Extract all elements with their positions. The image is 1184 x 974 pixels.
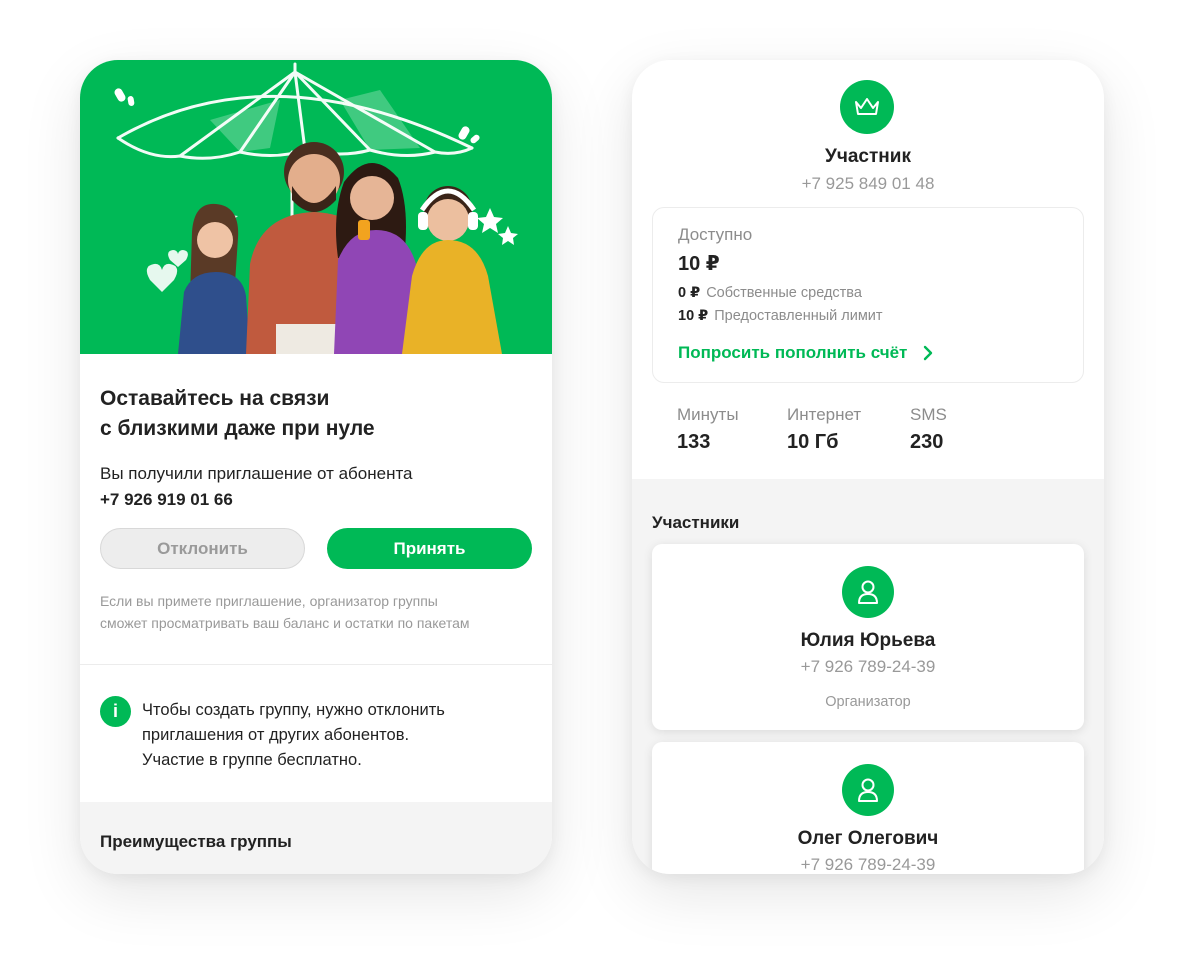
member-phone: +7 925 849 01 48 — [801, 174, 935, 193]
own-funds-label: Собственные средства — [706, 285, 862, 301]
member-card[interactable]: Юлия Юрьева +7 926 789-24-39 Организатор — [652, 544, 1084, 730]
user-icon — [858, 778, 878, 802]
balance-label: Доступно — [678, 225, 753, 244]
group-advantages-section: Преимущества группы — [80, 802, 552, 874]
invitation-screen: Оставайтесь на связи с близкими даже при… — [80, 60, 552, 874]
crown-avatar — [840, 80, 894, 134]
title-line-1: Оставайтесь на связи — [100, 387, 330, 410]
family-umbrella-illustration — [114, 62, 518, 354]
user-icon — [858, 580, 878, 604]
own-funds-row: 0 ₽ Собственные средства — [678, 285, 862, 301]
stat-sms-label: SMS — [910, 405, 947, 424]
member-phone: +7 926 789-24-39 — [800, 657, 936, 676]
invitation-title: Оставайтесь на связи с близкими даже при… — [100, 384, 520, 444]
info-line-3: Участие в группе бесплатно. — [142, 751, 362, 769]
stat-sms-value: 230 — [910, 431, 944, 453]
balance-amount: 10 ₽ — [678, 253, 720, 275]
member-card[interactable]: Олег Олегович +7 926 789-24-39 — [652, 742, 1084, 874]
stat-minutes: Минуты 133 — [677, 405, 739, 454]
stat-minutes-label: Минуты — [677, 405, 739, 424]
invitation-text: Вы получили приглашение от абонента — [100, 464, 413, 483]
info-line-1: Чтобы создать группу, нужно отклонить — [142, 701, 445, 719]
stat-internet-value: 10 Гб — [787, 431, 839, 453]
user-avatar — [842, 764, 894, 816]
stat-internet-label: Интернет — [787, 405, 862, 424]
crown-icon — [855, 98, 879, 115]
chevron-right-icon — [923, 345, 933, 361]
accept-note: Если вы примете приглашение, организатор… — [100, 590, 540, 634]
note-line-2: сможет просматривать ваш баланс и остатк… — [100, 615, 470, 631]
stat-sms: SMS 230 — [910, 405, 947, 454]
info-line-2: приглашения от других абонентов. — [142, 726, 410, 744]
credit-limit-value: 10 ₽ — [678, 308, 709, 324]
user-avatar — [842, 566, 894, 618]
members-section: Участники Юлия Юрьева +7 926 789-24-39 О… — [632, 479, 1104, 874]
title-line-2: с близкими даже при нуле — [100, 417, 375, 440]
credit-limit-row: 10 ₽ Предоставленный лимит — [678, 308, 883, 324]
group-info-text: Чтобы создать группу, нужно отклонить пр… — [142, 698, 542, 773]
stat-minutes-value: 133 — [677, 431, 711, 453]
stat-internet: Интернет 10 Гб — [787, 405, 861, 454]
member-screen: Участник +7 925 849 01 48 Доступно 10 ₽ … — [632, 60, 1104, 874]
member-role-title: Участник — [825, 146, 911, 167]
request-topup-link[interactable]: Попросить пополнить счёт — [678, 343, 933, 363]
accept-button[interactable]: Принять — [327, 528, 532, 569]
credit-limit-label: Предоставленный лимит — [714, 308, 883, 324]
member-name: Олег Олегович — [797, 828, 939, 849]
section-divider — [80, 664, 552, 665]
decline-button[interactable]: Отклонить — [100, 528, 305, 569]
hero-banner — [80, 60, 552, 354]
note-line-1: Если вы примете приглашение, организатор… — [100, 593, 438, 609]
inviter-phone: +7 926 919 01 66 — [100, 490, 233, 509]
advantages-title: Преимущества группы — [100, 832, 292, 851]
own-funds-value: 0 ₽ — [678, 285, 701, 301]
request-topup-label: Попросить пополнить счёт — [678, 343, 908, 362]
member-role: Организатор — [825, 694, 911, 710]
member-phone: +7 926 789-24-39 — [800, 855, 936, 874]
members-title: Участники — [652, 513, 740, 532]
balance-card: Доступно 10 ₽ 0 ₽ Собственные средства 10… — [652, 207, 1084, 383]
member-name: Юлия Юрьева — [800, 630, 936, 651]
info-icon: i — [100, 696, 131, 727]
